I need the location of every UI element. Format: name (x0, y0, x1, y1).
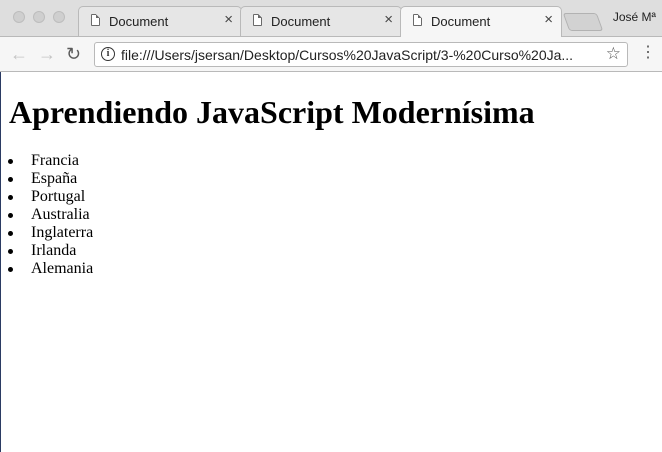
address-bar[interactable]: i file:///Users/jsersan/Desktop/Cursos%2… (94, 42, 628, 67)
list-item: Francia (7, 152, 93, 170)
tab-label: Document (431, 14, 491, 29)
window-maximize-button[interactable] (53, 11, 65, 23)
tab-close-button[interactable]: × (224, 12, 233, 28)
reload-icon[interactable]: ↻ (66, 44, 81, 64)
back-arrow-icon[interactable]: ← (10, 44, 28, 64)
document-icon (253, 14, 262, 26)
window-minimize-button[interactable] (33, 11, 45, 23)
new-tab-button[interactable] (562, 13, 604, 31)
list-item: Portugal (7, 188, 93, 206)
tab-close-button[interactable]: × (544, 12, 553, 28)
document-icon (91, 14, 100, 26)
tab-2[interactable]: Document × (240, 6, 402, 36)
list-item: Irlanda (7, 242, 93, 260)
window-close-button[interactable] (13, 11, 25, 23)
info-icon[interactable]: i (101, 47, 115, 61)
profile-name[interactable]: José Mª (613, 10, 656, 24)
list-item: Australia (7, 206, 93, 224)
list-item: Alemania (7, 260, 94, 277)
browser-toolbar: ← → ↻ i file:///Users/jsersan/Desktop/Cu… (0, 36, 662, 72)
more-vert-icon[interactable]: ⋮ (640, 43, 656, 63)
list-item: España (7, 170, 93, 188)
tab-close-button[interactable]: × (384, 12, 393, 28)
url-text[interactable]: file:///Users/jsersan/Desktop/Cursos%20J… (121, 47, 601, 63)
country-list: Francia España Portugal Australia Inglat… (7, 152, 94, 278)
tab-label: Document (109, 14, 169, 29)
forward-arrow-icon[interactable]: → (38, 44, 56, 64)
bookmark-star-icon[interactable]: ☆ (606, 44, 621, 64)
page-heading: Aprendiendo JavaScript Modernísima (9, 94, 535, 130)
tab-1[interactable]: Document × (78, 6, 242, 36)
title-bar: Document × Document × Document × José Mª (0, 0, 662, 37)
tab-3-active[interactable]: Document × (400, 6, 562, 37)
document-icon (413, 14, 422, 26)
list-item: Inglaterra (7, 224, 94, 241)
tab-label: Document (271, 14, 331, 29)
page-content: Aprendiendo JavaScript Modernísima Franc… (0, 72, 662, 452)
